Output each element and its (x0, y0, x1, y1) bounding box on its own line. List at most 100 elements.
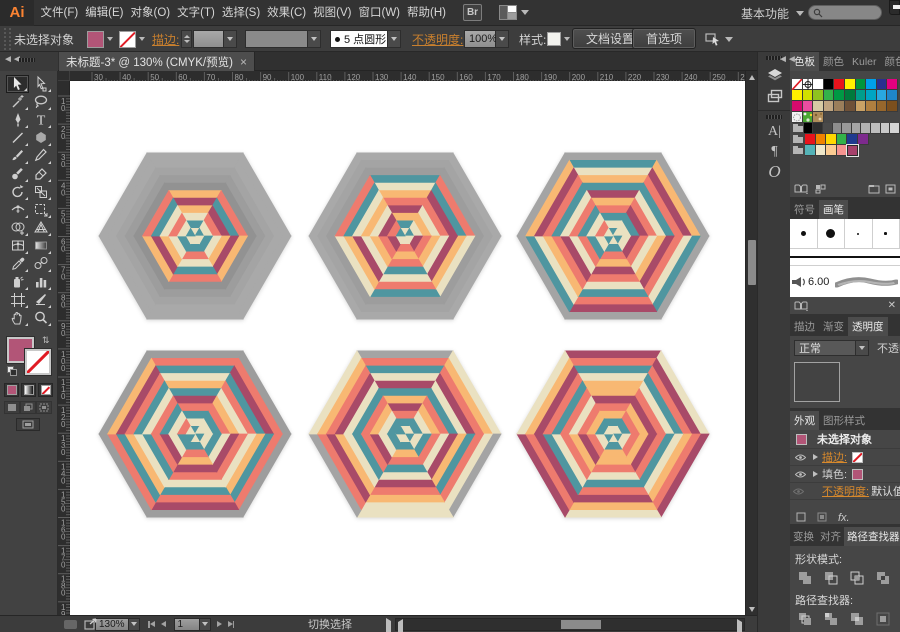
hexagon-3[interactable] (517, 153, 709, 319)
ruler-corner[interactable] (58, 71, 70, 81)
swatch[interactable] (824, 90, 835, 101)
pencil-tool[interactable] (29, 147, 52, 165)
status-menu-arrow[interactable] (386, 621, 391, 632)
brush-item-dot-2[interactable] (818, 219, 846, 248)
swatch[interactable] (834, 101, 845, 112)
dock-grip-2[interactable] (766, 115, 782, 119)
appearance-stroke-link[interactable]: 描边: (822, 449, 847, 465)
select-similar-button[interactable] (705, 30, 733, 48)
swatch[interactable] (805, 145, 816, 156)
swatch[interactable] (861, 123, 871, 134)
swatch[interactable] (833, 123, 843, 134)
canvas[interactable] (70, 81, 745, 615)
expand-arrow-icon-2[interactable] (813, 471, 818, 477)
color-group-folder-icon[interactable] (792, 145, 805, 156)
new-swatch-icon[interactable] (885, 184, 896, 194)
lasso-tool[interactable] (29, 93, 52, 111)
swatch[interactable] (877, 90, 888, 101)
swatches-tab[interactable]: Kuler (848, 52, 881, 71)
hexagon-4[interactable] (99, 351, 291, 517)
swatch[interactable] (877, 101, 888, 112)
appearance-opacity-row[interactable]: 不透明度: 默认值 (790, 483, 900, 500)
fill-color-button[interactable] (87, 30, 115, 48)
brush-definition-field[interactable]: 5 点圆形 (330, 30, 388, 48)
stroke-color-button[interactable] (119, 30, 147, 48)
pathfinder-merge-button[interactable] (848, 611, 866, 626)
vertical-ruler[interactable]: 1020304050607080901001101201301401501601… (58, 81, 70, 615)
hexagon-2[interactable] (309, 153, 501, 319)
swatch[interactable] (852, 123, 862, 134)
swatch-kinds-icon[interactable] (815, 184, 826, 194)
draw-inside-button[interactable] (36, 401, 52, 414)
expand-arrow-icon[interactable] (813, 454, 818, 460)
swatch[interactable] (847, 134, 858, 145)
swatch[interactable] (804, 123, 814, 134)
horizontal-scroll-thumb[interactable] (561, 620, 601, 629)
swatch[interactable] (887, 101, 898, 112)
appearance-stroke-swatch[interactable] (852, 452, 863, 463)
swatch[interactable] (823, 123, 833, 134)
menu-2[interactable]: 编辑(E) (83, 0, 126, 26)
menu-1[interactable]: 文件(F) (38, 0, 81, 26)
swatch[interactable] (842, 123, 852, 134)
swatch[interactable] (824, 101, 835, 112)
brush-libraries-icon[interactable] (794, 301, 808, 311)
draw-normal-button[interactable] (4, 401, 20, 414)
color-button[interactable] (4, 383, 19, 397)
swatch[interactable] (856, 101, 867, 112)
swatch[interactable] (890, 123, 900, 134)
stroke-weight-field[interactable] (193, 30, 224, 48)
opacity-link[interactable]: 不透明度: (412, 30, 463, 48)
swatch[interactable] (858, 134, 869, 145)
preferences-button[interactable]: 首选项 (633, 29, 695, 48)
gradient-tool[interactable] (29, 237, 52, 255)
artboards-panel-icon[interactable] (758, 86, 791, 106)
transparency-tab[interactable]: 透明度 (848, 317, 888, 336)
swatch[interactable] (845, 90, 856, 101)
swatch[interactable] (816, 145, 827, 156)
swatch[interactable] (803, 90, 814, 101)
opacity-dropdown[interactable] (496, 30, 509, 48)
pathfinder-tab[interactable]: 对齐 (817, 527, 844, 546)
swatch[interactable] (887, 90, 898, 101)
swatch[interactable] (792, 101, 803, 112)
blend-tool[interactable] (29, 255, 52, 273)
type-tool[interactable]: T (29, 111, 52, 129)
appearance-tab[interactable]: 外观 (790, 411, 819, 430)
stroke-weight-stepper[interactable] (181, 30, 192, 48)
shape-mode-unite-button[interactable] (796, 570, 814, 585)
appearance-opacity-link[interactable]: 不透明度: (822, 483, 869, 499)
swatch[interactable] (856, 79, 867, 90)
zoom-level-control[interactable]: 130% (95, 618, 140, 631)
swatch-pattern[interactable] (803, 112, 814, 123)
opentype-panel-icon[interactable]: O (758, 162, 791, 182)
swatch[interactable] (866, 90, 877, 101)
swatch[interactable] (834, 90, 845, 101)
eraser-tool[interactable] (29, 165, 52, 183)
swatch[interactable] (845, 79, 856, 90)
swatch[interactable] (845, 101, 856, 112)
swatch[interactable] (805, 134, 816, 145)
transparency-tab[interactable]: 渐变 (819, 317, 848, 336)
default-fill-stroke-icon[interactable] (7, 366, 18, 377)
zoom-level-dropdown[interactable] (129, 618, 140, 631)
swatch[interactable] (866, 101, 877, 112)
visibility-eye-icon-3[interactable] (793, 488, 804, 495)
swatch[interactable] (887, 79, 898, 90)
swatch[interactable] (816, 134, 827, 145)
color-group-folder-icon[interactable] (792, 134, 805, 145)
swatch[interactable] (837, 145, 848, 156)
polygon-tool[interactable] (29, 129, 52, 147)
selection-tool[interactable] (6, 75, 29, 93)
paintbrush-tool[interactable] (6, 147, 29, 165)
blend-mode-dropdown[interactable] (856, 340, 869, 356)
brush-item-charcoal[interactable]: 6.00 (790, 266, 900, 297)
width-tool[interactable] (6, 201, 29, 219)
swatch[interactable] (834, 79, 845, 90)
menu-7[interactable]: 视图(V) (311, 0, 354, 26)
menu-5[interactable]: 选择(S) (219, 0, 262, 26)
color-group-folder-icon[interactable] (792, 123, 804, 134)
search-input[interactable] (808, 5, 882, 20)
menu-6[interactable]: 效果(C) (265, 0, 309, 26)
transparency-tab[interactable]: 描边 (790, 317, 819, 336)
